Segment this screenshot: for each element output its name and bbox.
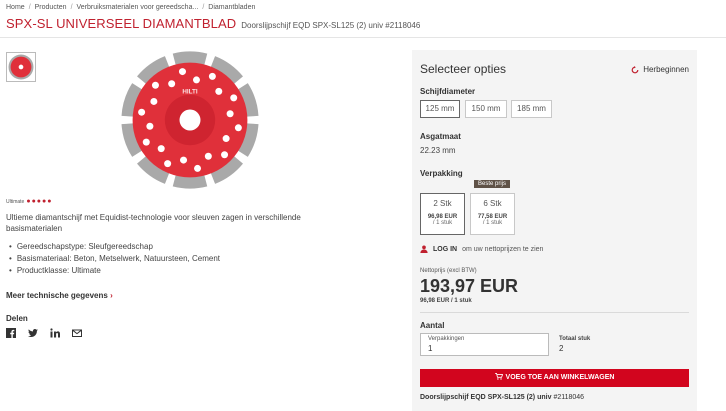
add-to-cart-button[interactable]: VOEG TOE AAN WINKELWAGEN: [420, 369, 689, 387]
feature-item: Basismateriaal: Beton, Metselwerk, Natuu…: [6, 253, 220, 265]
pack-option-6[interactable]: 6 Stk 77,58 EUR / 1 stuk: [470, 193, 515, 235]
feature-item: Productklasse: Ultimate: [6, 265, 220, 277]
quantity-label: Aantal: [420, 321, 445, 330]
blade-cooling-hole: [221, 151, 229, 159]
breadcrumb: Home / Producten / Verbruiksmaterialen voor …: [6, 4, 256, 11]
blade-cooling-hole: [234, 124, 242, 132]
blade-cooling-hole: [157, 145, 165, 153]
linkedin-icon[interactable]: [50, 328, 60, 338]
breadcrumb-diamantbladen[interactable]: Diamantbladen: [208, 4, 255, 11]
header-divider: [0, 37, 726, 38]
blade-cooling-hole: [151, 81, 159, 89]
packaging-label: Verpakking: [420, 169, 463, 178]
product-thumbnail[interactable]: [6, 52, 36, 82]
breadcrumb-home[interactable]: Home: [6, 4, 25, 11]
blade-cooling-hole: [192, 76, 200, 84]
cart-icon: [494, 372, 503, 380]
more-details-label: Meer technische gegevens: [6, 291, 108, 300]
product-image: HILTI: [121, 51, 259, 189]
product-title: SPX-SL UNIVERSEEL DIAMANTBLAD: [6, 16, 237, 31]
login-prompt: LOG IN om uw nettoprijzen te zien: [420, 245, 543, 253]
total-pieces: Totaal stuk 2: [559, 336, 590, 353]
blade-cooling-hole: [142, 138, 150, 146]
blade-cooling-hole: [230, 94, 238, 102]
unit-price: 96,98 EUR / 1 stuk: [420, 298, 472, 304]
selected-product-summary: Doorslijpschijf EQD SPX-SL125 (2) univ #…: [420, 394, 584, 401]
options-title: Selecteer opties: [420, 62, 507, 76]
panel-divider: [420, 312, 689, 313]
diameter-option-150[interactable]: 150 mm: [465, 100, 507, 118]
twitter-icon[interactable]: [28, 328, 38, 338]
total-value: 2: [559, 344, 564, 353]
pack-unit: / 1 stuk: [432, 220, 453, 226]
selected-product-sku: #2118046: [553, 394, 585, 401]
feature-list: Gereedschapstype: Sleufgereedschap Basis…: [6, 241, 220, 277]
diameter-label: Schijfdiameter: [420, 87, 476, 96]
more-technical-details-link[interactable]: Meer technische gegevens ›: [6, 291, 113, 300]
user-icon: [420, 245, 428, 253]
blade-cooling-hole: [164, 160, 172, 168]
net-price: 193,97 EUR: [420, 276, 519, 296]
reset-button[interactable]: Herbeginnen: [631, 65, 689, 74]
breadcrumb-verbruiksmaterialen[interactable]: Verbruiksmaterialen voor gereedscha...: [77, 4, 199, 11]
diameter-option-185[interactable]: 185 mm: [511, 100, 552, 118]
product-description: Ultieme diamantschijf met Equidist-techn…: [6, 213, 301, 233]
arbor-label: Asgatmaat: [420, 132, 461, 141]
share-label: Delen: [6, 314, 28, 323]
add-to-cart-label: VOEG TOE AAN WINKELWAGEN: [505, 374, 615, 381]
selected-product-name: Doorslijpschijf EQD SPX-SL125 (2) univ: [420, 394, 552, 401]
share-icons: [6, 328, 82, 338]
chevron-right-icon: ›: [110, 291, 113, 300]
blade-cooling-hole: [226, 110, 234, 118]
diameter-option-125[interactable]: 125 mm: [420, 100, 460, 118]
login-link[interactable]: LOG IN: [433, 246, 457, 253]
product-subtitle: Doorslijpschijf EQD SPX-SL125 (2) univ #…: [241, 21, 421, 30]
pack-qty: 6 Stk: [483, 199, 502, 208]
blade-cooling-hole: [215, 87, 223, 95]
login-text: om uw nettoprijzen te zien: [462, 245, 544, 253]
rating-label: Ultimate: [6, 199, 25, 205]
packages-label: Verpakkingen: [428, 336, 465, 342]
arbor-value: 22.23 mm: [420, 146, 456, 155]
rating-dots: ●●●●●: [26, 198, 53, 205]
blade-cooling-hole: [168, 80, 176, 88]
blade-cooling-hole: [180, 156, 188, 164]
svg-text:HILTI: HILTI: [182, 88, 198, 95]
blade-cooling-hole: [150, 97, 158, 105]
facebook-icon[interactable]: [6, 328, 16, 338]
feature-item: Gereedschapstype: Sleufgereedschap: [6, 241, 220, 253]
refresh-icon: [631, 65, 639, 73]
packages-value: 1: [428, 344, 433, 353]
pack-unit: / 1 stuk: [482, 220, 503, 226]
blade-cooling-hole: [178, 68, 186, 76]
blade-cooling-hole: [208, 72, 216, 80]
email-icon[interactable]: [72, 328, 82, 338]
packages-input[interactable]: Verpakkingen 1: [420, 333, 549, 356]
total-label: Totaal stuk: [559, 336, 591, 342]
pack-qty: 2 Stk: [433, 199, 452, 208]
best-price-badge: Beste prijs: [474, 180, 511, 188]
blade-cooling-hole: [204, 152, 212, 160]
blade-thumbnail-image: [8, 54, 34, 80]
reset-label: Herbeginnen: [643, 65, 689, 74]
blade-cooling-hole: [222, 135, 230, 143]
blade-cooling-hole: [146, 122, 154, 130]
pack-option-2[interactable]: 2 Stk 96,98 EUR / 1 stuk: [420, 193, 465, 235]
product-rating: Ultimate ●●●●●: [6, 198, 52, 205]
net-price-label: Nettoprijs (excl BTW): [420, 268, 477, 274]
breadcrumb-producten[interactable]: Producten: [35, 4, 67, 11]
blade-cooling-hole: [138, 108, 146, 116]
page-title: SPX-SL UNIVERSEEL DIAMANTBLAD Doorslijpsc…: [6, 15, 420, 33]
options-panel: Selecteer opties Herbeginnen Schijfdiame…: [412, 50, 697, 411]
blade-cooling-hole: [194, 164, 202, 172]
